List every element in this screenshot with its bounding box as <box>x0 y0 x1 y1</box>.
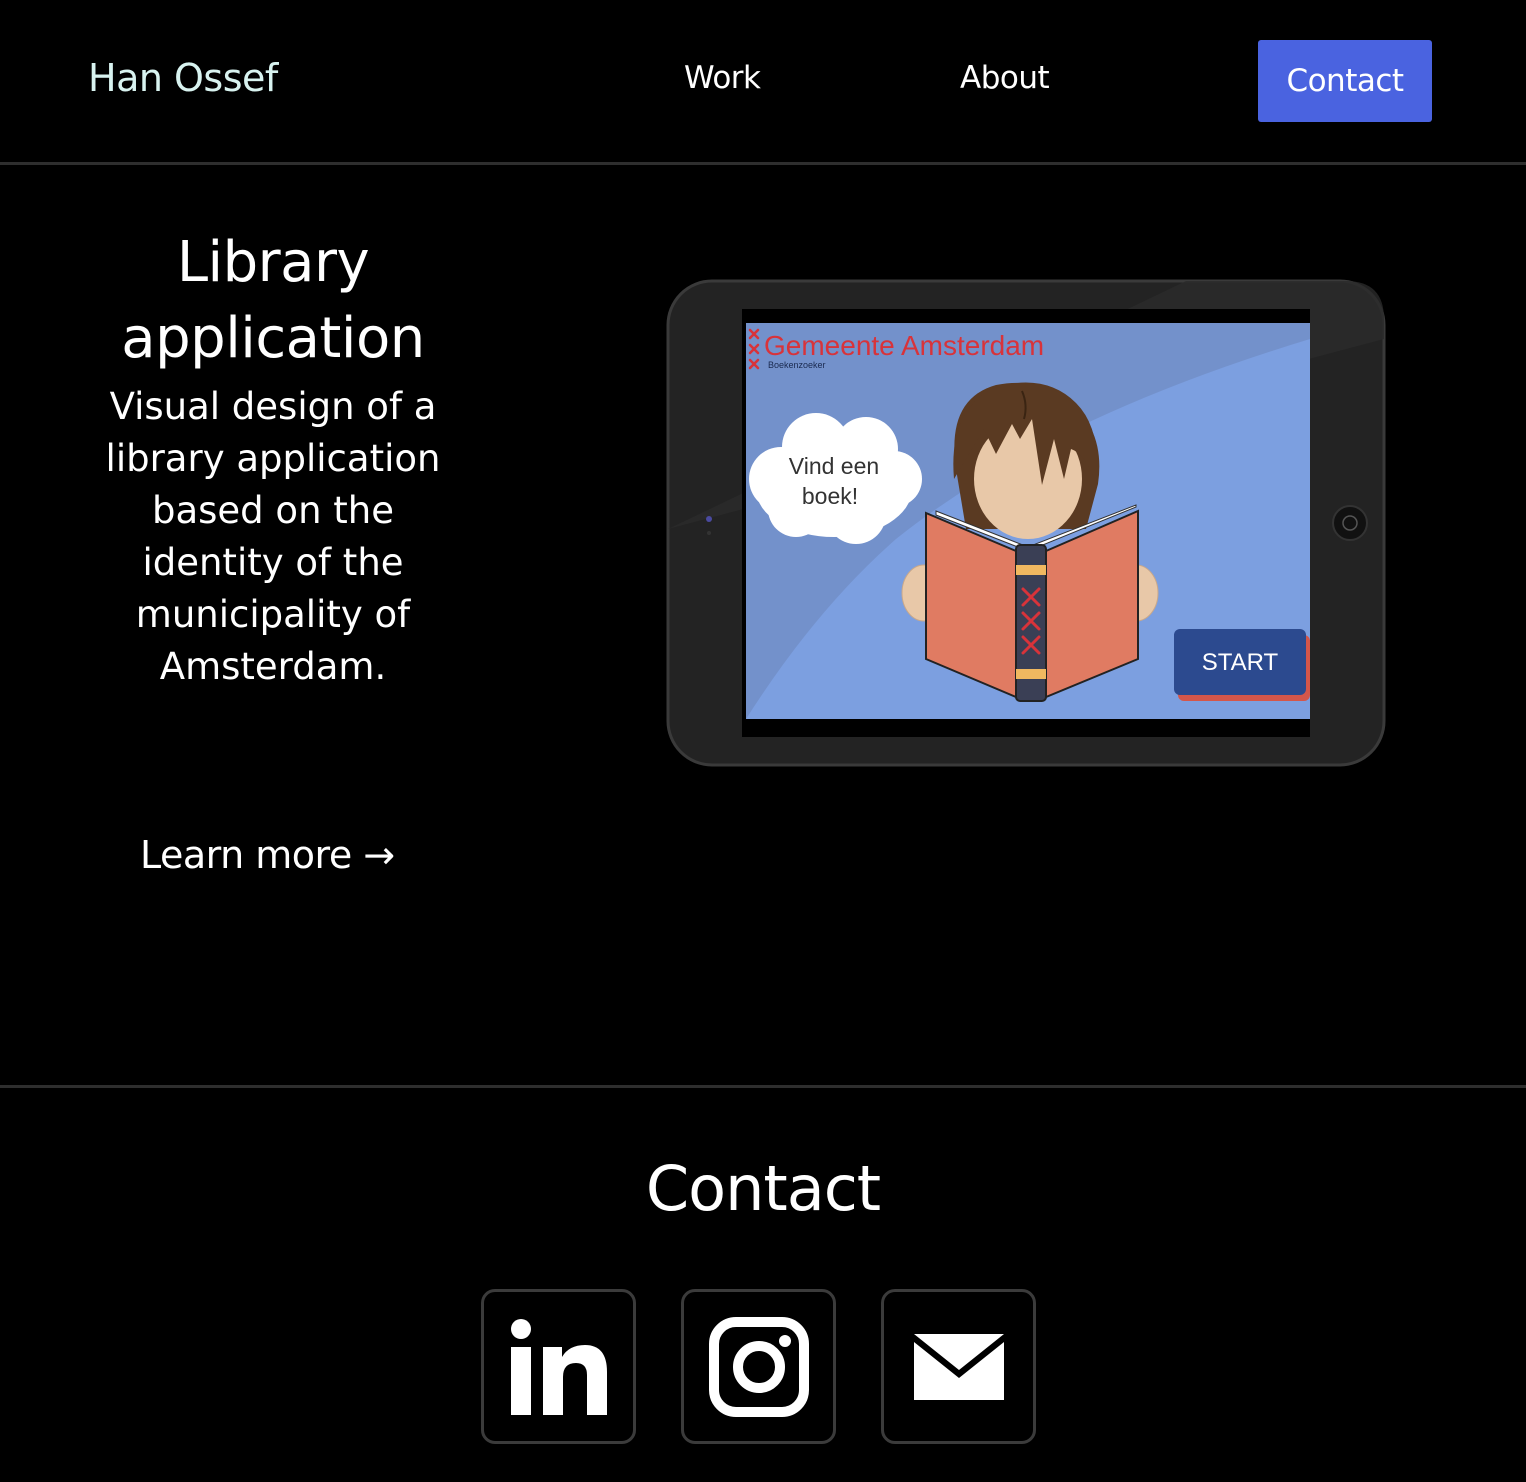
project-text: Library application Visual design of a l… <box>90 225 456 693</box>
site-header: Han Ossef Work About Contact <box>0 0 1526 165</box>
project-section: Library application Visual design of a l… <box>0 165 1526 1088</box>
mockup-brand: Gemeente Amsterdam <box>764 330 1044 361</box>
mockup-start-label: START <box>1202 649 1279 676</box>
nav-link-about[interactable]: About <box>960 60 1050 96</box>
speech-line-1: Vind een <box>789 453 879 479</box>
site-logo[interactable]: Han Ossef <box>88 56 278 100</box>
email-icon <box>913 1333 1004 1400</box>
project-title: Library application <box>121 230 425 371</box>
instagram-button[interactable] <box>681 1289 836 1444</box>
email-button[interactable] <box>881 1289 1036 1444</box>
linkedin-icon <box>510 1318 607 1415</box>
contact-button[interactable]: Contact <box>1258 40 1432 122</box>
home-button-icon <box>1332 505 1368 541</box>
linkedin-button[interactable] <box>481 1289 636 1444</box>
nav-link-work[interactable]: Work <box>684 60 761 96</box>
contact-heading: Contact <box>645 1152 881 1225</box>
mockup-subbrand: Boekenzoeker <box>768 360 826 370</box>
mockup-start-button: START <box>1174 629 1310 701</box>
speech-line-2: boek! <box>802 483 858 509</box>
learn-more-link[interactable]: Learn more → <box>140 833 395 877</box>
instagram-icon <box>708 1316 809 1417</box>
project-image[interactable]: Gemeente Amsterdam Boekenzoeker Vind een… <box>666 279 1386 767</box>
project-description: Visual design of a library application b… <box>105 385 441 688</box>
